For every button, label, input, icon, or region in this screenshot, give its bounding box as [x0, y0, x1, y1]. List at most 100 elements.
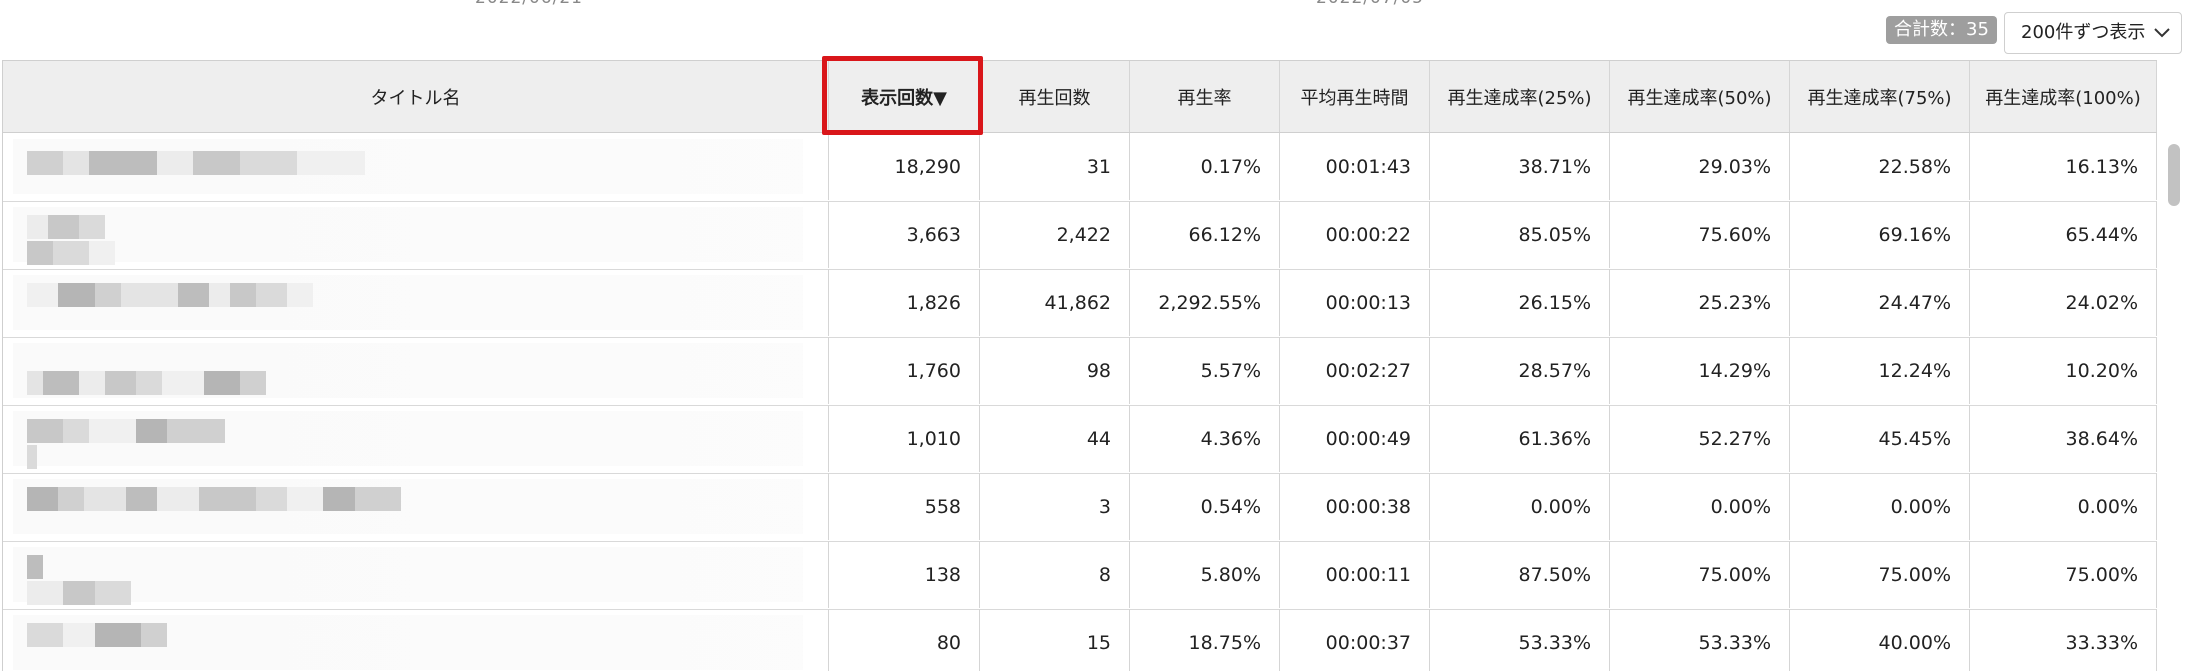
redacted-block — [229, 283, 256, 307]
title-cell-redacted[interactable] — [3, 405, 829, 472]
header-title[interactable]: タイトル名 — [3, 61, 829, 132]
scrollbar-thumb[interactable] — [2168, 144, 2180, 206]
title-cell-redacted[interactable] — [3, 337, 829, 404]
redacted-block — [27, 371, 43, 395]
completion-25-cell: 28.57% — [1430, 337, 1610, 404]
table-row[interactable]: 80 15 18.75% 00:00:37 53.33% 53.33% 40.00% 33.3… — [3, 609, 2157, 671]
completion-75-cell: 12.24% — [1790, 337, 1970, 404]
title-cell-redacted[interactable] — [3, 133, 829, 200]
views-cell: 1,826 — [829, 269, 980, 336]
redacted-block — [94, 581, 131, 605]
redacted-block — [79, 371, 105, 395]
report-table: タイトル名 表示回数▼ 再生回数 再生率 平均再生時間 再生達成率(25%) 再… — [2, 60, 2157, 671]
completion-75-cell: 22.58% — [1790, 133, 1970, 200]
table-row[interactable]: 18,290 31 0.17% 00:01:43 38.71% 29.03% 22.58% 1… — [3, 133, 2157, 202]
redacted-block — [58, 487, 85, 511]
completion-25-cell: 85.05% — [1430, 201, 1610, 268]
redacted-block — [193, 151, 241, 175]
redacted-block — [42, 371, 79, 395]
header-plays[interactable]: 再生回数 — [980, 61, 1130, 132]
completion-50-cell: 29.03% — [1610, 133, 1790, 200]
plays-cell: 41,862 — [980, 269, 1130, 336]
redacted-block — [63, 581, 95, 605]
table-row[interactable]: 1,010 44 4.36% 00:00:49 61.36% 52.27% 45.45% 38… — [3, 405, 2157, 474]
views-cell: 558 — [829, 473, 980, 540]
sort-column-highlight — [822, 56, 983, 135]
completion-75-cell: 40.00% — [1790, 609, 1970, 671]
completion-25-cell: 38.71% — [1430, 133, 1610, 200]
redacted-block — [63, 419, 90, 443]
title-cell-redacted[interactable] — [3, 473, 829, 540]
title-cell-redacted[interactable] — [3, 269, 829, 336]
avg-time-cell: 00:01:43 — [1280, 133, 1430, 200]
avg-time-cell: 00:00:22 — [1280, 201, 1430, 268]
title-cell-redacted[interactable] — [3, 609, 829, 671]
views-cell: 3,663 — [829, 201, 980, 268]
completion-75-cell: 0.00% — [1790, 473, 1970, 540]
table-row[interactable]: 1,826 41,862 2,292.55% 00:00:13 26.15% 25.23%… — [3, 269, 2157, 338]
redacted-block — [63, 623, 95, 647]
redacted-block — [162, 371, 204, 395]
avg-time-cell: 00:02:27 — [1280, 337, 1430, 404]
start-date: 2022/06/21 — [475, 0, 583, 8]
header-completion-75[interactable]: 再生達成率(75%) — [1790, 61, 1970, 132]
redacted-block — [63, 151, 90, 175]
avg-time-cell: 00:00:49 — [1280, 405, 1430, 472]
vertical-scrollbar[interactable] — [2164, 140, 2184, 670]
views-cell: 18,290 — [829, 133, 980, 200]
title-cell-redacted[interactable] — [3, 201, 829, 268]
views-cell: 1,760 — [829, 337, 980, 404]
completion-50-cell: 75.60% — [1610, 201, 1790, 268]
redacted-block — [136, 419, 168, 443]
redacted-block — [89, 419, 137, 443]
redacted-block — [27, 151, 64, 175]
play-rate-cell: 4.36% — [1130, 405, 1280, 472]
header-completion-25[interactable]: 再生達成率(25%) — [1430, 61, 1610, 132]
title-blur-overlay — [13, 547, 803, 602]
redacted-block — [84, 487, 126, 511]
completion-100-cell: 0.00% — [1970, 473, 2157, 540]
play-rate-cell: 5.80% — [1130, 541, 1280, 608]
redacted-block — [27, 419, 64, 443]
redacted-block — [47, 215, 79, 239]
date-range-labels: 2022/06/21 2022/07/05 — [0, 0, 2190, 12]
play-rate-cell: 0.17% — [1130, 133, 1280, 200]
chevron-down-icon — [2154, 28, 2170, 38]
per-page-select[interactable]: 200件ずつ表示 — [2004, 12, 2182, 54]
header-avg-play-time[interactable]: 平均再生時間 — [1280, 61, 1430, 132]
views-cell: 138 — [829, 541, 980, 608]
completion-100-cell: 16.13% — [1970, 133, 2157, 200]
redacted-block — [287, 283, 313, 307]
table-row[interactable]: 1,760 98 5.57% 00:02:27 28.57% 14.29% 12.24% 10… — [3, 337, 2157, 406]
table-row[interactable]: 138 8 5.80% 00:00:11 87.50% 75.00% 75.00% 75.00… — [3, 541, 2157, 610]
header-play-rate[interactable]: 再生率 — [1130, 61, 1280, 132]
redacted-block — [240, 371, 267, 395]
title-cell-redacted[interactable] — [3, 541, 829, 608]
header-completion-50[interactable]: 再生達成率(50%) — [1610, 61, 1790, 132]
table-row[interactable]: 558 3 0.54% 00:00:38 0.00% 0.00% 0.00% 0.00% — [3, 473, 2157, 542]
redacted-block — [27, 283, 59, 307]
redacted-block — [79, 215, 105, 239]
redacted-block — [287, 487, 324, 511]
table-row[interactable]: 3,663 2,422 66.12% 00:00:22 85.05% 75.60% 69.1… — [3, 201, 2157, 270]
completion-50-cell: 0.00% — [1610, 473, 1790, 540]
views-cell: 1,010 — [829, 405, 980, 472]
play-rate-cell: 2,292.55% — [1130, 269, 1280, 336]
completion-25-cell: 26.15% — [1430, 269, 1610, 336]
redacted-block — [120, 283, 178, 307]
completion-100-cell: 65.44% — [1970, 201, 2157, 268]
header-completion-100[interactable]: 再生達成率(100%) — [1970, 61, 2157, 132]
completion-100-cell: 10.20% — [1970, 337, 2157, 404]
avg-time-cell: 00:00:38 — [1280, 473, 1430, 540]
play-rate-cell: 0.54% — [1130, 473, 1280, 540]
completion-100-cell: 33.33% — [1970, 609, 2157, 671]
views-cell: 80 — [829, 609, 980, 671]
redacted-block — [209, 283, 230, 307]
completion-75-cell: 75.00% — [1790, 541, 1970, 608]
plays-cell: 98 — [980, 337, 1130, 404]
plays-cell: 2,422 — [980, 201, 1130, 268]
redacted-block — [203, 371, 241, 395]
redacted-block — [125, 487, 157, 511]
redacted-block — [136, 371, 163, 395]
completion-100-cell: 24.02% — [1970, 269, 2157, 336]
